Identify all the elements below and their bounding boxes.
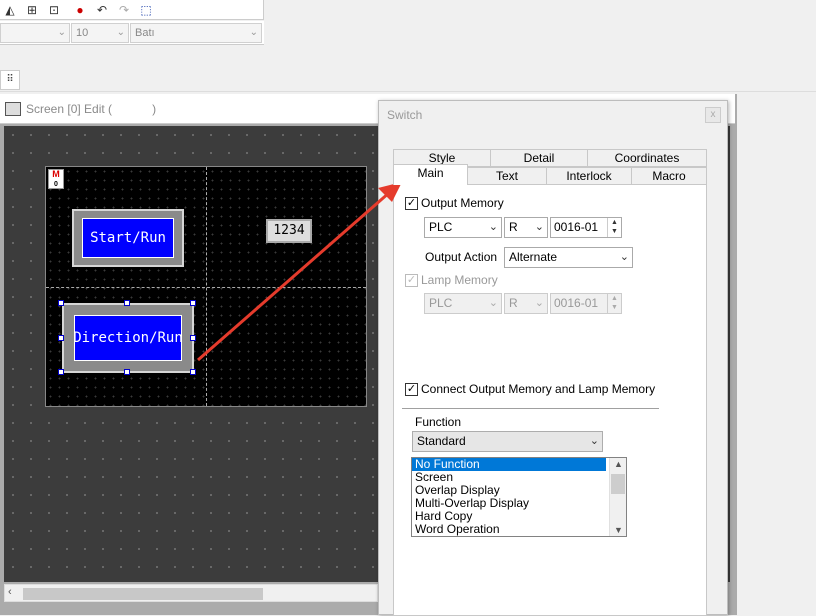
font-name-value: Batı bbox=[135, 27, 155, 39]
font-name-select[interactable]: Batı ⌄ bbox=[130, 23, 262, 43]
font-size-select[interactable]: 10 ⌄ bbox=[71, 23, 129, 43]
hmi-screen[interactable]: M0 Start/Run 1234 Direction/Run bbox=[45, 166, 367, 407]
lamp-type-value: R bbox=[509, 296, 518, 310]
output-address-field[interactable]: 0016-01 ▲ ▼ bbox=[550, 217, 622, 238]
right-panel bbox=[735, 94, 816, 615]
screen-badge: M0 bbox=[48, 169, 64, 189]
start-run-switch[interactable]: Start/Run bbox=[72, 209, 184, 267]
output-type-select[interactable]: R ⌄ bbox=[504, 217, 548, 238]
font-toolbar: ⌄ 10 ⌄ Batı ⌄ bbox=[0, 21, 264, 45]
main-tab-panel: ✓ Output Memory PLC ⌄ R ⌄ 0016-01 ▲ ▼ Outpu… bbox=[393, 184, 707, 616]
tab-main[interactable]: Main bbox=[393, 164, 468, 185]
color-icon[interactable]: ● bbox=[72, 2, 88, 18]
output-device-value: PLC bbox=[429, 220, 453, 234]
spin-updown-icon[interactable]: ▲ ▼ bbox=[607, 218, 621, 237]
selection-handle[interactable] bbox=[58, 335, 64, 341]
function-select[interactable]: Standard ⌄ bbox=[412, 431, 603, 452]
selection-handle[interactable] bbox=[58, 300, 64, 306]
style-icon[interactable]: ◭ bbox=[2, 2, 18, 18]
output-address-value: 0016-01 bbox=[554, 220, 599, 234]
lamp-device-value: PLC bbox=[429, 296, 453, 310]
lamp-device-select[interactable]: PLC ⌄ bbox=[424, 293, 502, 314]
align-icon[interactable]: ⊞ bbox=[24, 2, 40, 18]
selection-handle[interactable] bbox=[190, 300, 196, 306]
lamp-type-select[interactable]: R ⌄ bbox=[504, 293, 548, 314]
select-icon[interactable]: ⬚ bbox=[138, 2, 154, 18]
toolbar: ◭ ⊞ ⊡ ● ↶ ↷ ⬚ bbox=[0, 0, 816, 20]
close-icon[interactable]: x bbox=[705, 107, 721, 123]
output-type-value: R bbox=[509, 220, 518, 234]
font-style-select[interactable]: ⌄ bbox=[0, 23, 70, 43]
lamp-address-value: 0016-01 bbox=[554, 296, 599, 310]
editor-title: Screen [0] Edit ( ) bbox=[26, 102, 157, 116]
selection-handle[interactable] bbox=[190, 369, 196, 375]
tab-text[interactable]: Text bbox=[467, 167, 547, 185]
toolbar-strip: ◭ ⊞ ⊡ ● ↶ ↷ ⬚ bbox=[0, 0, 264, 20]
screen-icon bbox=[5, 102, 21, 116]
function-list[interactable]: No Function Screen Overlap Display Multi… bbox=[411, 457, 627, 537]
function-label: Function bbox=[415, 415, 462, 429]
selection-handle[interactable] bbox=[190, 335, 196, 341]
selection-handle[interactable] bbox=[124, 369, 130, 375]
lamp-address-field[interactable]: 0016-01 ▲ ▼ bbox=[550, 293, 622, 314]
tab-detail[interactable]: Detail bbox=[490, 149, 588, 167]
list-scrollbar[interactable]: ▲ ▼ bbox=[609, 458, 626, 536]
output-action-value: Alternate bbox=[509, 250, 558, 264]
selection-handle[interactable] bbox=[58, 369, 64, 375]
start-run-label: Start/Run bbox=[82, 218, 174, 258]
output-device-select[interactable]: PLC ⌄ bbox=[424, 217, 502, 238]
direction-run-switch[interactable]: Direction/Run bbox=[62, 303, 194, 373]
redo-icon[interactable]: ↷ bbox=[116, 2, 132, 18]
divider bbox=[402, 408, 659, 409]
dialog-title: Switch bbox=[387, 108, 423, 122]
tab-interlock[interactable]: Interlock bbox=[546, 167, 632, 185]
tab-macro[interactable]: Macro bbox=[631, 167, 707, 185]
output-memory-label: Output Memory bbox=[421, 196, 504, 210]
tab-coordinates[interactable]: Coordinates bbox=[587, 149, 707, 167]
horizontal-scrollbar[interactable]: ‹ bbox=[4, 584, 378, 602]
connect-memory-label: Connect Output Memory and Lamp Memory bbox=[421, 382, 656, 396]
selection-handle[interactable] bbox=[124, 300, 130, 306]
lamp-memory-label: Lamp Memory bbox=[421, 273, 498, 287]
scroll-down-icon[interactable]: ▼ bbox=[614, 525, 623, 535]
spin-updown-icon[interactable]: ▲ ▼ bbox=[607, 294, 621, 313]
list-scroll-thumb[interactable] bbox=[611, 474, 625, 494]
lamp-memory-checkbox[interactable]: ✓ bbox=[405, 274, 418, 287]
output-action-label: Output Action bbox=[425, 250, 498, 264]
distribute-icon[interactable]: ⊡ bbox=[46, 2, 62, 18]
guide-vertical bbox=[206, 167, 207, 406]
numeric-display[interactable]: 1234 bbox=[266, 219, 312, 243]
grid-icon[interactable]: ⠿ bbox=[0, 70, 20, 90]
secondary-toolbar: ⠿ bbox=[0, 66, 816, 92]
connect-memory-checkbox[interactable]: ✓ bbox=[405, 383, 418, 396]
scroll-left-icon[interactable]: ‹ bbox=[8, 586, 12, 598]
scroll-up-icon[interactable]: ▲ bbox=[614, 459, 623, 469]
switch-dialog: Switch x Style Detail Coordinates Text I… bbox=[378, 100, 728, 616]
list-item[interactable]: Word Operation bbox=[412, 523, 626, 536]
undo-icon[interactable]: ↶ bbox=[94, 2, 110, 18]
function-value: Standard bbox=[417, 434, 466, 448]
output-memory-checkbox[interactable]: ✓ bbox=[405, 197, 418, 210]
direction-run-label: Direction/Run bbox=[73, 315, 183, 361]
scroll-thumb[interactable] bbox=[23, 588, 263, 600]
output-action-select[interactable]: Alternate ⌄ bbox=[504, 247, 633, 268]
font-size-value: 10 bbox=[76, 27, 89, 39]
